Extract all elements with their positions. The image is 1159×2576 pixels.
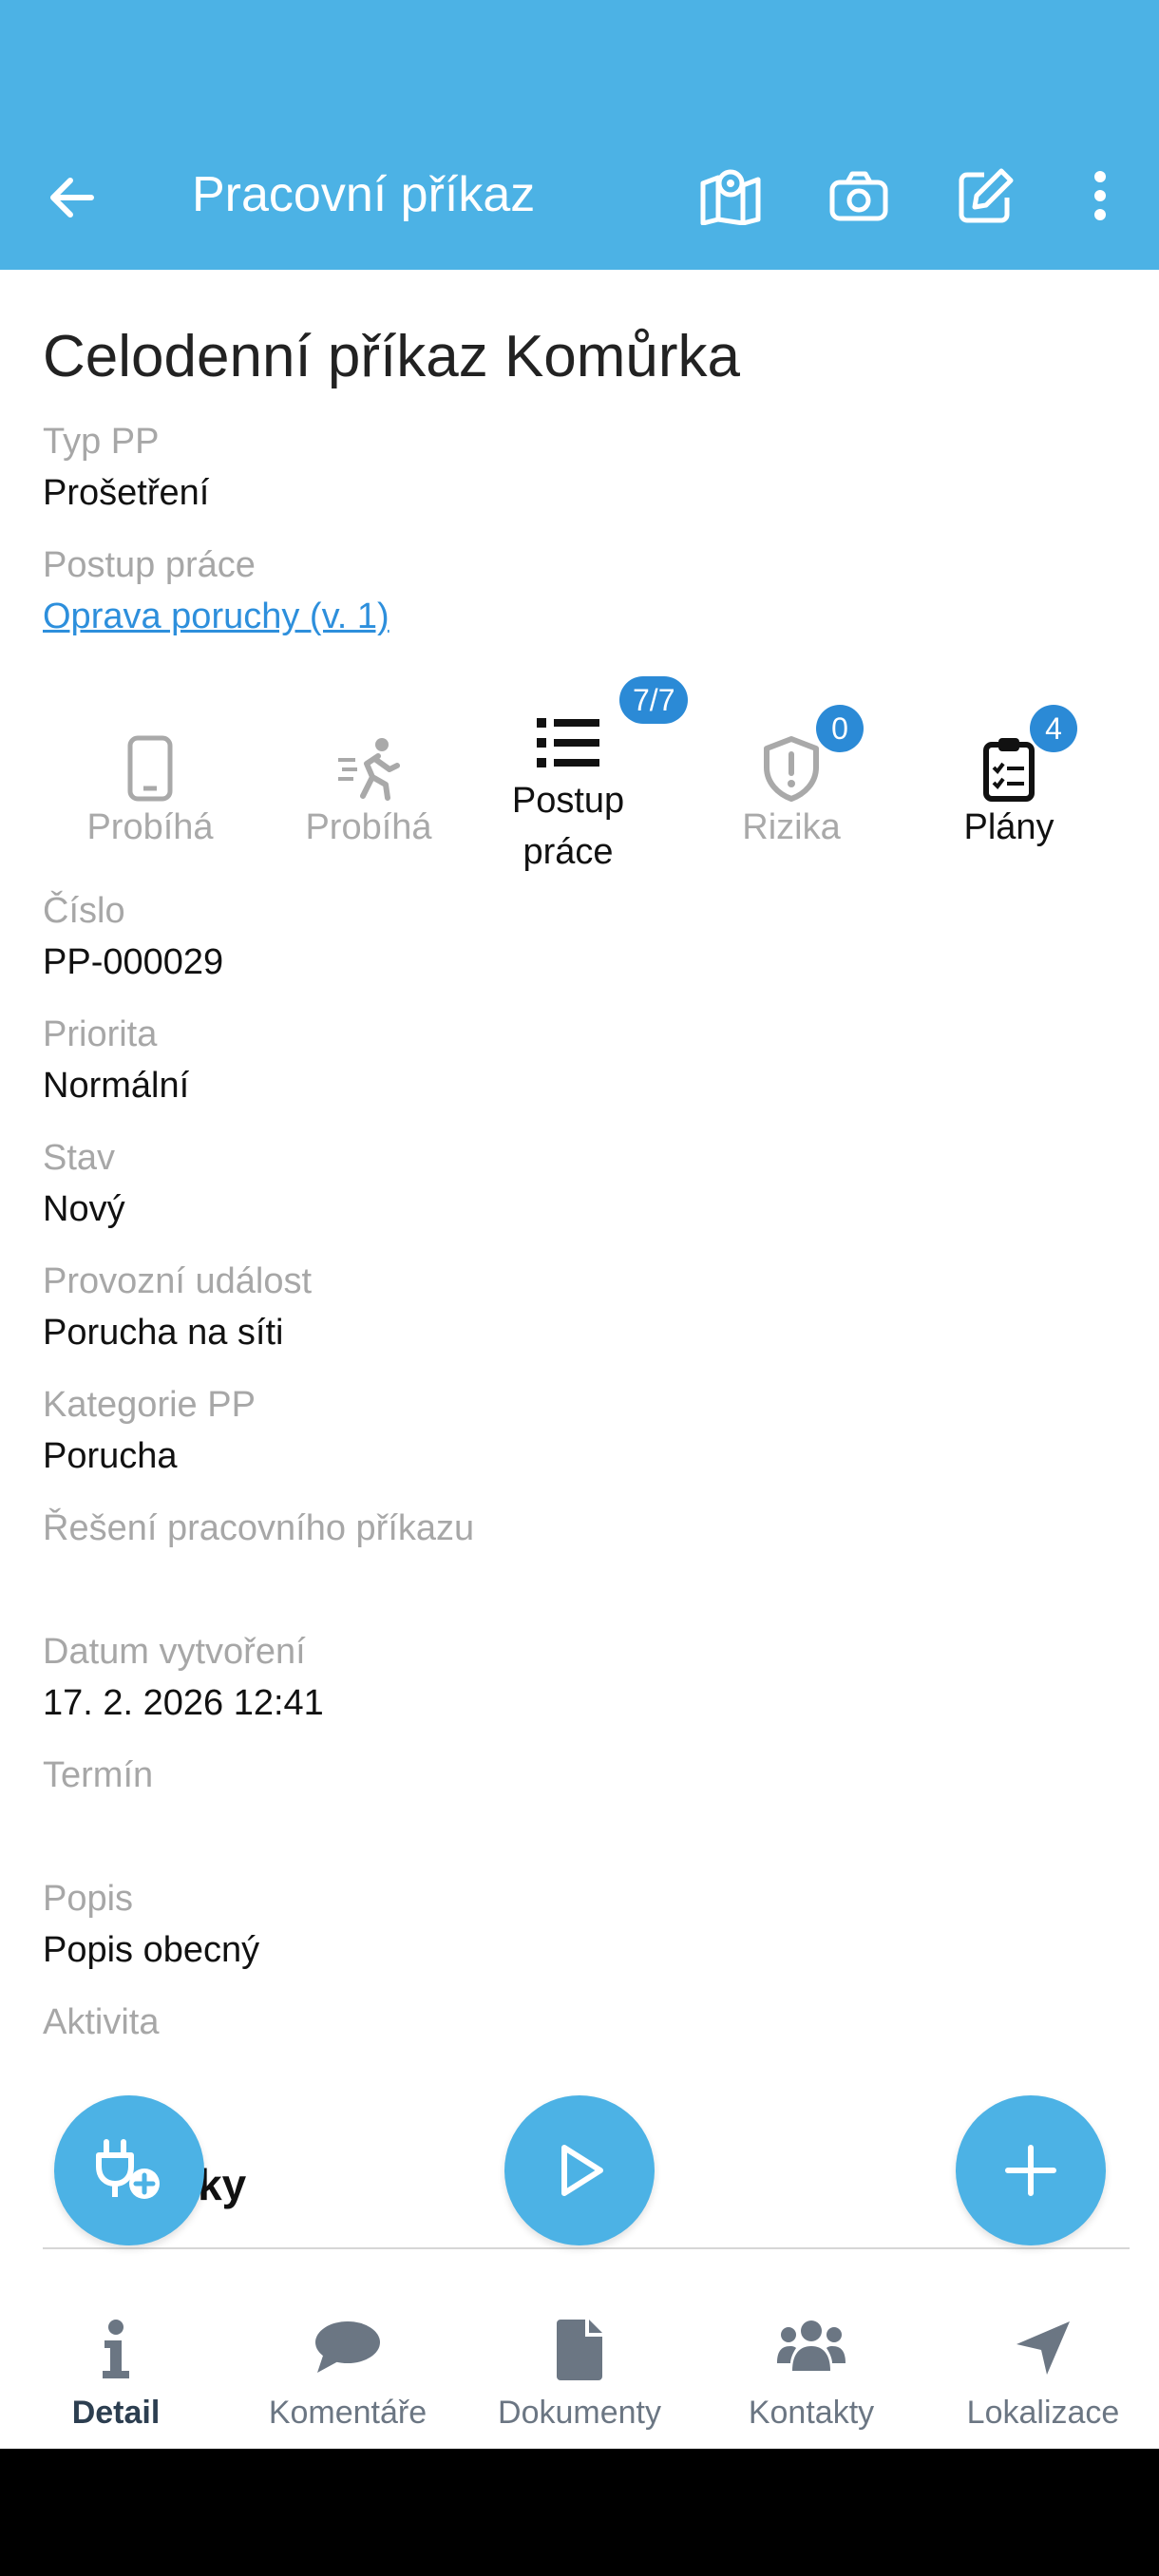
- document-icon: [557, 2320, 602, 2380]
- system-navigation-bar: [0, 2449, 1159, 2576]
- field-value-priority: Normální: [43, 1066, 190, 1106]
- back-arrow-icon[interactable]: [44, 169, 101, 226]
- add-button[interactable]: [956, 2095, 1106, 2245]
- chip-risks[interactable]: Rizika 0: [696, 705, 886, 853]
- field-value-category: Porucha: [43, 1436, 178, 1476]
- field-value-state: Nový: [43, 1189, 125, 1229]
- more-vert-icon[interactable]: [1066, 161, 1134, 230]
- tab-documents[interactable]: Dokumenty: [464, 2259, 695, 2449]
- risks-badge: 0: [816, 705, 864, 752]
- field-label-category: Kategorie PP: [43, 1385, 256, 1425]
- chip-plans[interactable]: Plány 4: [914, 705, 1104, 853]
- procedure-badge: 7/7: [619, 676, 689, 724]
- chip-label: Plány: [963, 807, 1054, 847]
- tab-label: Detail: [71, 2395, 161, 2431]
- field-value-number: PP-000029: [43, 942, 224, 982]
- clipboard-check-icon: [983, 738, 1035, 802]
- field-label-type: Typ PP: [43, 422, 160, 462]
- comment-icon: [315, 2321, 380, 2373]
- field-label-priority: Priorita: [43, 1014, 158, 1054]
- field-label-event: Provozní událost: [43, 1261, 313, 1301]
- info-icon: [103, 2320, 129, 2378]
- field-label-created: Datum vytvoření: [43, 1632, 306, 1672]
- field-label-description: Popis: [43, 1879, 134, 1919]
- field-value-event: Porucha na síti: [43, 1313, 284, 1353]
- plans-badge: 4: [1030, 705, 1077, 752]
- field-value-type: Prošetření: [43, 473, 210, 513]
- divider: [43, 2247, 1130, 2249]
- field-value-created: 17. 2. 2026 12:41: [43, 1683, 324, 1723]
- phone-icon: [127, 735, 173, 802]
- field-label-deadline: Termín: [43, 1755, 154, 1795]
- connect-plug-button[interactable]: [54, 2095, 204, 2245]
- field-label-procedure: Postup práce: [43, 545, 256, 585]
- plug-add-icon: [96, 2139, 160, 2199]
- chip-status-phone[interactable]: Probíhá: [55, 735, 245, 853]
- tab-label: Lokalizace: [966, 2395, 1120, 2431]
- location-arrow-icon: [1016, 2321, 1070, 2375]
- app-bar: Pracovní příkaz: [0, 122, 1159, 270]
- field-value-description: Popis obecný: [43, 1930, 260, 1970]
- chip-label: Probíhá: [86, 807, 214, 847]
- chip-label: Probíhá: [305, 807, 432, 847]
- page-title: Pracovní příkaz: [192, 167, 536, 222]
- shield-alert-icon: [764, 736, 819, 802]
- tab-label: Dokumenty: [498, 2395, 661, 2431]
- map-pin-icon[interactable]: [696, 161, 765, 230]
- chip-procedure[interactable]: Postup práce 7/7: [473, 676, 689, 878]
- plus-icon: [1005, 2145, 1056, 2196]
- start-button[interactable]: [504, 2095, 655, 2245]
- field-label-number: Číslo: [43, 891, 125, 931]
- chip-status-running[interactable]: Probíhá: [274, 735, 464, 853]
- tab-contacts[interactable]: Kontakty: [695, 2259, 927, 2449]
- field-label-state: Stav: [43, 1138, 116, 1178]
- users-icon: [777, 2320, 846, 2371]
- edit-icon[interactable]: [952, 161, 1020, 230]
- tab-location[interactable]: Lokalizace: [927, 2259, 1159, 2449]
- play-icon: [561, 2145, 603, 2196]
- tab-detail[interactable]: Detail: [0, 2259, 232, 2449]
- order-title: Celodenní příkaz Komůrka: [43, 324, 741, 389]
- status-bar: [0, 0, 1159, 122]
- tab-label: Komentáře: [268, 2395, 428, 2431]
- camera-icon[interactable]: [825, 161, 893, 230]
- bottom-navigation: Detail Komentáře Dokumenty Kontakty Loka…: [0, 2259, 1159, 2449]
- tab-comments[interactable]: Komentáře: [232, 2259, 464, 2449]
- chip-label: Postup práce: [511, 781, 625, 872]
- field-label-resolution: Řešení pracovního příkazu: [43, 1508, 475, 1548]
- tab-label: Kontakty: [748, 2395, 875, 2431]
- field-label-activity: Aktivita: [43, 2002, 160, 2042]
- list-icon: [537, 718, 599, 767]
- chip-label: Rizika: [742, 807, 841, 847]
- running-person-icon: [338, 738, 400, 801]
- procedure-link[interactable]: Oprava poruchy (v. 1): [43, 593, 390, 640]
